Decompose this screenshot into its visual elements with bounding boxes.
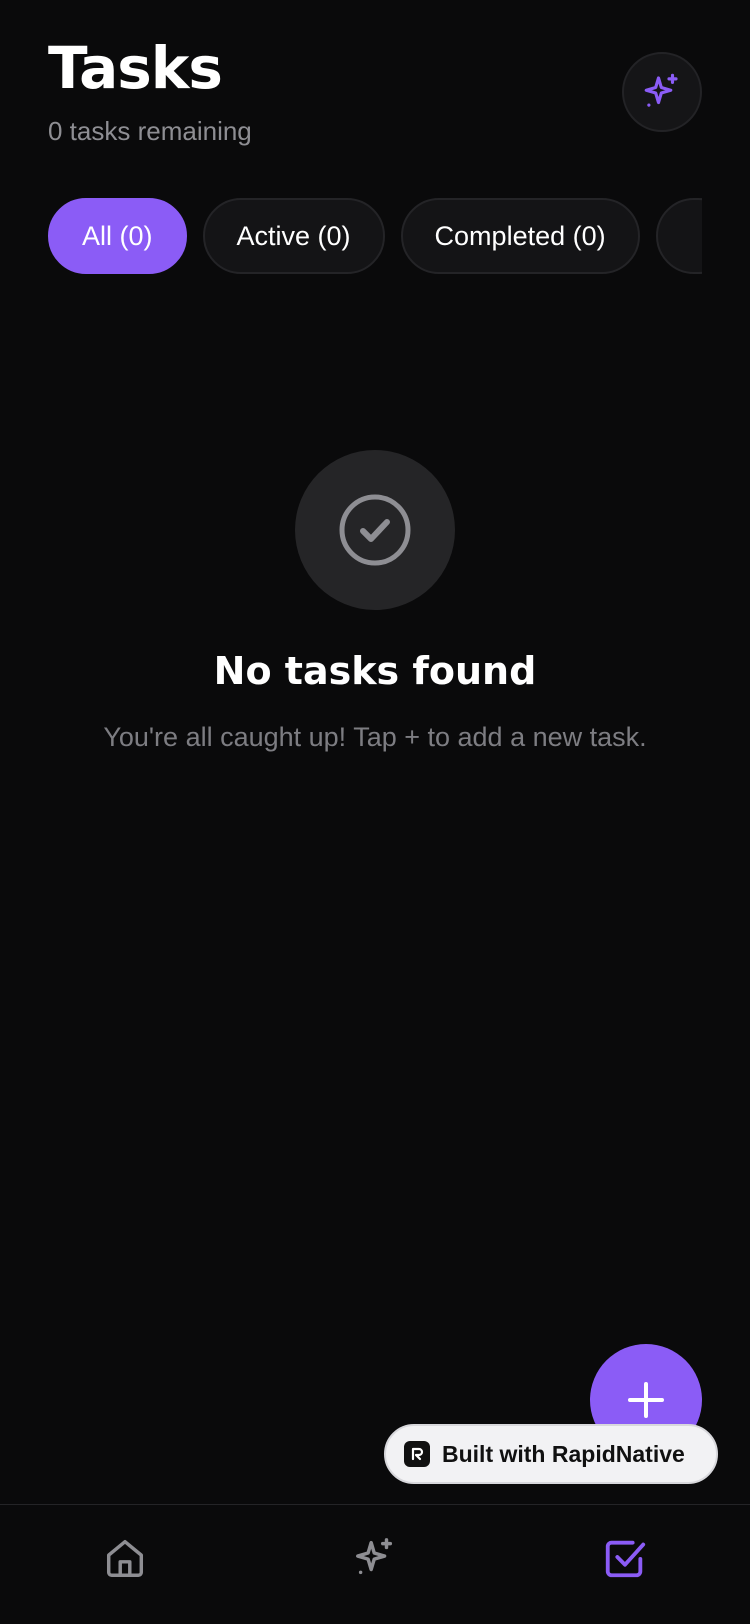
sparkles-icon xyxy=(356,1538,393,1575)
built-with-badge[interactable]: Built with RapidNative xyxy=(384,1424,718,1484)
sparkles-icon xyxy=(644,73,678,107)
checkbox-icon xyxy=(605,1540,646,1578)
tab-home[interactable] xyxy=(0,1505,250,1624)
tab-ai[interactable] xyxy=(250,1505,500,1624)
rapidnative-logo-icon xyxy=(404,1441,430,1467)
filter-chip-more[interactable] xyxy=(655,198,702,274)
plus-icon xyxy=(628,1382,664,1418)
filter-chip-active[interactable]: Active (0) xyxy=(202,198,385,274)
tasks-remaining-text: 0 tasks remaining xyxy=(48,116,252,146)
home-icon xyxy=(106,1539,144,1577)
built-with-label: Built with RapidNative xyxy=(442,1440,685,1467)
tab-tasks[interactable] xyxy=(500,1505,750,1624)
tasks-screen: Tasks 0 tasks remaining All (0) Active (… xyxy=(0,0,750,1624)
empty-state-icon-circle xyxy=(295,450,455,610)
bottom-tab-bar xyxy=(0,1504,750,1624)
header: Tasks 0 tasks remaining xyxy=(48,36,702,156)
empty-state: No tasks found You're all caught up! Tap… xyxy=(0,450,750,756)
page-title: Tasks xyxy=(48,34,223,102)
filter-chip-completed[interactable]: Completed (0) xyxy=(400,198,640,274)
check-circle-icon xyxy=(339,494,411,566)
filter-chips: All (0) Active (0) Completed (0) xyxy=(48,198,702,274)
filter-chip-all[interactable]: All (0) xyxy=(48,198,187,274)
ai-assistant-button[interactable] xyxy=(622,52,702,132)
empty-state-message: You're all caught up! Tap + to add a new… xyxy=(103,722,647,752)
empty-state-title: No tasks found xyxy=(213,649,537,693)
